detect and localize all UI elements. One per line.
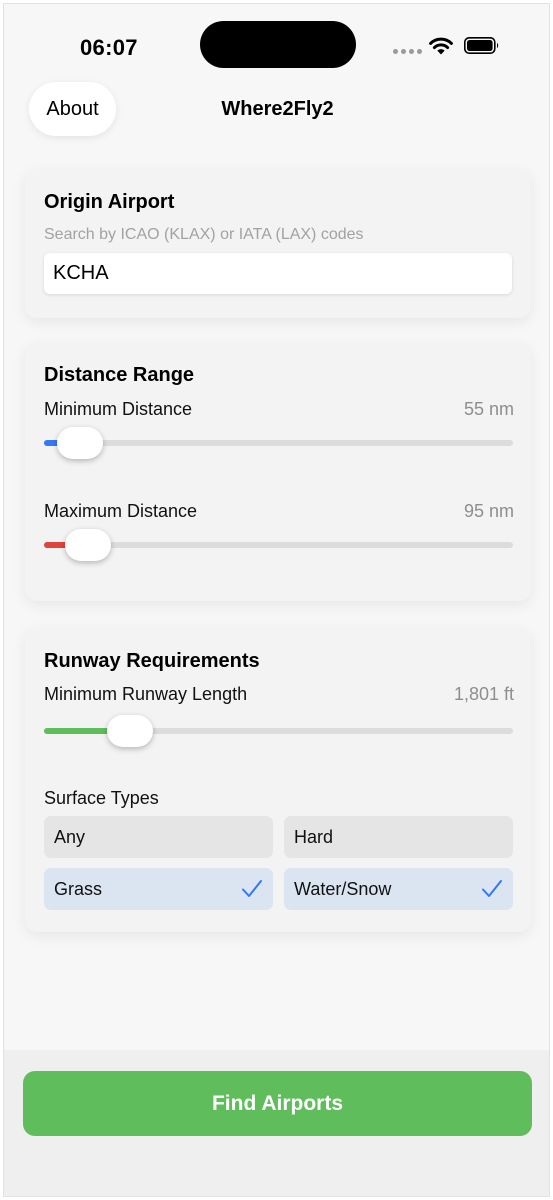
surface-chip-label: Hard	[294, 826, 334, 847]
minimum-runway-length-slider[interactable]	[44, 713, 513, 749]
origin-airport-input[interactable]: KCHA	[44, 253, 512, 294]
minimum-runway-length-label: Minimum Runway Length	[44, 684, 248, 704]
surface-types-grid: Any Hard Grass Water/Snow	[44, 816, 513, 910]
status-time: 06:07	[80, 35, 138, 60]
distance-range-title: Distance Range	[44, 364, 195, 386]
app-screen: 06:07 About Where2Fly2 Origin Airport Se…	[3, 3, 550, 1197]
distance-range-card: Distance Range Minimum Distance 55 nm Ma…	[25, 343, 531, 601]
surface-types-label: Surface Types	[44, 788, 159, 808]
origin-airport-title: Origin Airport	[44, 191, 175, 213]
slider-thumb[interactable]	[107, 715, 154, 747]
slider-thumb[interactable]	[56, 427, 103, 459]
maximum-distance-label: Maximum Distance	[44, 501, 198, 521]
bottom-action-bar: Find Airports	[4, 1050, 549, 1196]
find-airports-button[interactable]: Find Airports	[23, 1071, 532, 1136]
minimum-distance-value: 55 nm	[463, 399, 514, 419]
runway-requirements-title: Runway Requirements	[44, 650, 260, 672]
minimum-distance-label: Minimum Distance	[44, 399, 193, 419]
maximum-distance-value: 95 nm	[463, 501, 514, 521]
surface-chip-label: Water/Snow	[294, 878, 392, 899]
slider-track	[44, 440, 513, 446]
checkmark-icon	[482, 880, 502, 897]
runway-requirements-card: Runway Requirements Minimum Runway Lengt…	[25, 628, 531, 932]
origin-airport-card: Origin Airport Search by ICAO (KLAX) or …	[25, 169, 531, 318]
dynamic-island	[200, 21, 356, 68]
maximum-distance-slider[interactable]	[44, 527, 513, 563]
surface-chip-any[interactable]: Any	[44, 816, 273, 858]
page-title: Where2Fly2	[221, 98, 334, 120]
surface-chip-grass[interactable]: Grass	[44, 868, 273, 910]
surface-chip-label: Any	[54, 826, 86, 847]
slider-track	[44, 542, 513, 548]
wifi-icon	[429, 37, 453, 55]
battery-icon	[464, 37, 499, 54]
surface-chip-hard[interactable]: Hard	[284, 816, 513, 858]
cellular-signal-icon	[393, 49, 422, 54]
origin-airport-hint: Search by ICAO (KLAX) or IATA (LAX) code…	[44, 226, 364, 243]
minimum-distance-slider[interactable]	[44, 425, 513, 461]
slider-thumb[interactable]	[65, 529, 112, 561]
checkmark-icon	[242, 880, 262, 897]
surface-chip-water-snow[interactable]: Water/Snow	[284, 868, 513, 910]
surface-chip-label: Grass	[54, 878, 103, 899]
minimum-runway-length-value: 1,801 ft	[453, 684, 514, 704]
